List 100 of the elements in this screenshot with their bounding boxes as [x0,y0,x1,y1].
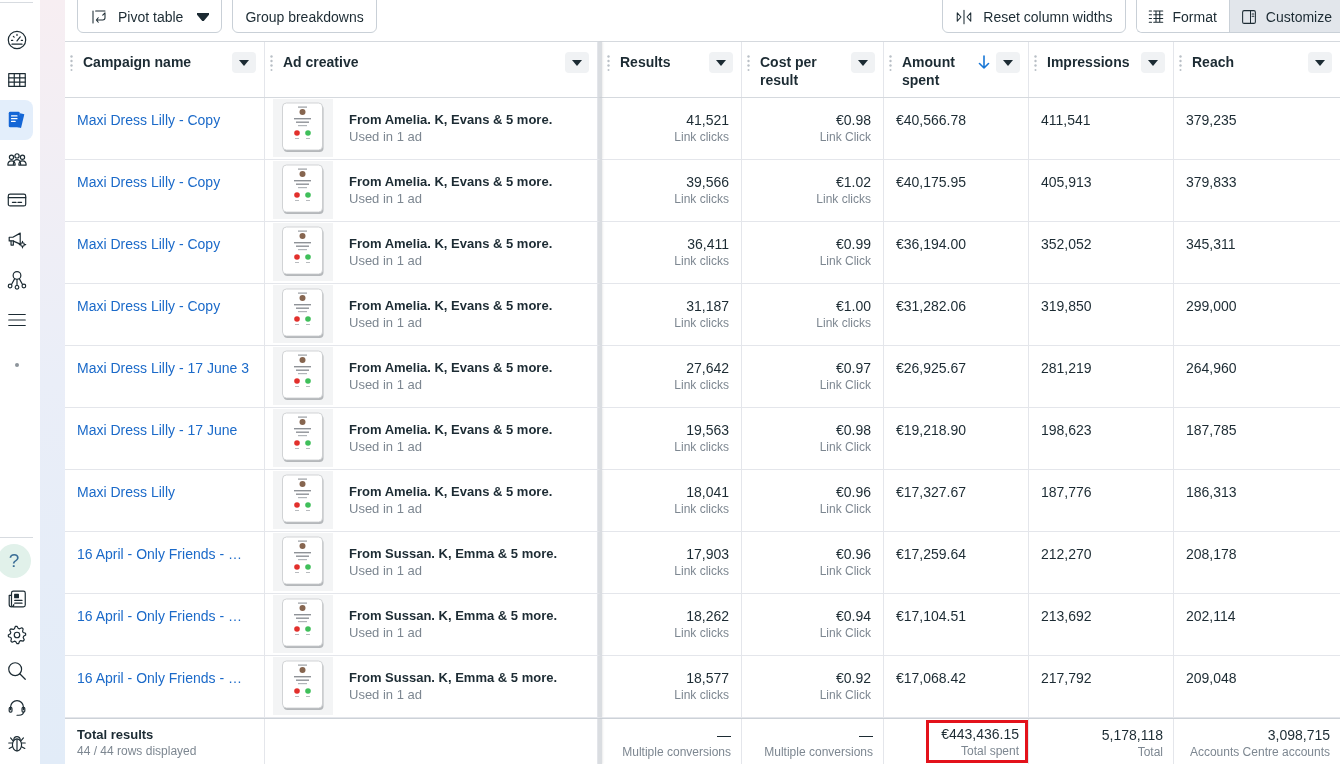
campaign-link[interactable]: 16 April - Only Friends - … [77,670,242,686]
amount-spent-value: €17,259.64 [896,546,967,562]
drag-handle-icon[interactable] [1179,55,1182,71]
creative-title: From Amelia. K, Evans & 5 more. [349,359,553,376]
cost-unit: Link clicks [816,191,871,207]
results-unit: Link clicks [674,625,729,641]
ad-creative-thumbnail [273,657,333,715]
reach-value: 187,785 [1186,422,1237,438]
pivot-icon [90,7,108,26]
cost-unit: Link Click [819,625,871,641]
creative-usage-text: Used in 1 ad [349,314,423,332]
campaign-link[interactable]: Maxi Dress Lilly - 17 June [77,422,238,438]
column-resize-icon [955,7,974,26]
amount-spent-value: €26,925.67 [896,360,967,376]
drag-handle-icon[interactable] [1034,55,1037,71]
drag-handle-icon[interactable] [889,55,892,71]
total-results-label: Total results [77,726,155,743]
results-value: 18,262 [686,607,729,625]
drag-handle-icon[interactable] [270,55,273,71]
cost-unit: Link Click [819,439,871,455]
impressions-value: 405,913 [1041,174,1092,190]
campaign-link[interactable]: Maxi Dress Lilly - 17 June 3 [77,360,249,376]
caret-icon [716,59,726,66]
amount-spent-value: €40,566.78 [896,112,967,128]
results-value: 18,577 [686,669,729,687]
results-unit: Link clicks [674,501,729,517]
amount-spent-value: €17,327.67 [896,484,967,500]
column-header[interactable]: Impressions [1043,53,1135,71]
total-caption: Multiple conversions [764,744,873,760]
creative-usage-text: Used in 1 ad [349,252,423,270]
cost-value: €0.99 [835,235,871,253]
campaign-link[interactable]: Maxi Dress Lilly - Copy [77,236,221,252]
drag-handle-icon[interactable] [607,55,610,71]
ad-creative-thumbnail [273,285,333,343]
column-menu-button[interactable] [851,52,875,73]
campaign-link[interactable]: 16 April - Only Friends - … [77,608,242,624]
column-menu-button[interactable] [996,52,1020,73]
caret-icon [858,59,868,66]
column-menu-button[interactable] [709,52,733,73]
network-icon [5,269,28,291]
cost-unit: Link clicks [816,315,871,331]
search-icon [5,660,28,682]
impressions-value: 281,219 [1041,360,1092,376]
drag-handle-icon[interactable] [70,55,73,71]
view-toggle-button[interactable]: Customize [1228,0,1340,32]
cost-value: €0.98 [835,111,871,129]
panel-icon [1239,7,1258,26]
cost-unit: Link Click [819,687,871,703]
amount-spent-value: €17,068.42 [896,670,967,686]
pivot-table-button[interactable]: Pivot table [77,0,223,33]
total-value: — [717,726,731,744]
results-unit: Link clicks [674,563,729,579]
total-caption: Total [1137,744,1163,760]
caret-icon [572,59,582,66]
caret-icon [1148,59,1158,66]
cost-value: €0.94 [835,607,871,625]
results-value: 18,041 [686,483,729,501]
reach-value: 379,833 [1186,174,1237,190]
campaign-link[interactable]: Maxi Dress Lilly [77,484,175,500]
amount-spent-value: €31,282.06 [896,298,967,314]
cost-value: €0.92 [835,669,871,687]
column-menu-button[interactable] [232,52,256,73]
caret-icon [1003,59,1013,66]
cost-value: €0.97 [835,359,871,377]
results-unit: Link clicks [674,191,729,207]
column-header[interactable]: Amount spent [898,53,972,89]
column-menu-button[interactable] [565,52,589,73]
rows-displayed-text: 44 / 44 rows displayed [77,743,198,759]
creative-usage-text: Used in 1 ad [349,376,423,394]
total-value: — [859,726,873,744]
reset-column-widths-button[interactable]: Reset column widths [942,0,1126,33]
column-menu-button[interactable] [1308,52,1332,73]
column-header[interactable]: Campaign name [79,53,226,71]
cost-value: €1.00 [835,297,871,315]
column-header[interactable]: Cost per result [756,53,845,89]
impressions-value: 213,692 [1041,608,1092,624]
grid-icon [1146,7,1165,26]
creative-title: From Sussan. K, Emma & 5 more. [349,545,558,562]
column-header[interactable]: Results [616,53,703,71]
campaign-link[interactable]: Maxi Dress Lilly - Copy [77,112,221,128]
help-button[interactable]: ? [0,544,31,578]
group-breakdowns-button[interactable]: Group breakdowns [232,0,377,33]
cost-value: €1.02 [835,173,871,191]
column-header[interactable]: Reach [1188,53,1302,71]
column-menu-button[interactable] [1141,52,1165,73]
ad-creative-thumbnail [273,347,333,405]
campaign-link[interactable]: Maxi Dress Lilly - Copy [77,174,221,190]
reach-value: 379,235 [1186,112,1237,128]
caret-icon [197,12,210,21]
creative-title: From Amelia. K, Evans & 5 more. [349,483,553,500]
creative-usage-text: Used in 1 ad [349,562,423,580]
drag-handle-icon[interactable] [747,55,750,71]
amount-spent-value: €40,175.95 [896,174,967,190]
campaign-link[interactable]: 16 April - Only Friends - … [77,546,242,562]
total-caption: Accounts Centre accounts [1189,744,1330,760]
creative-title: From Sussan. K, Emma & 5 more. [349,669,558,686]
campaign-link[interactable]: Maxi Dress Lilly - Copy [77,298,221,314]
cost-unit: Link Click [819,563,871,579]
results-value: 39,566 [686,173,729,191]
column-header[interactable]: Ad creative [279,53,559,71]
